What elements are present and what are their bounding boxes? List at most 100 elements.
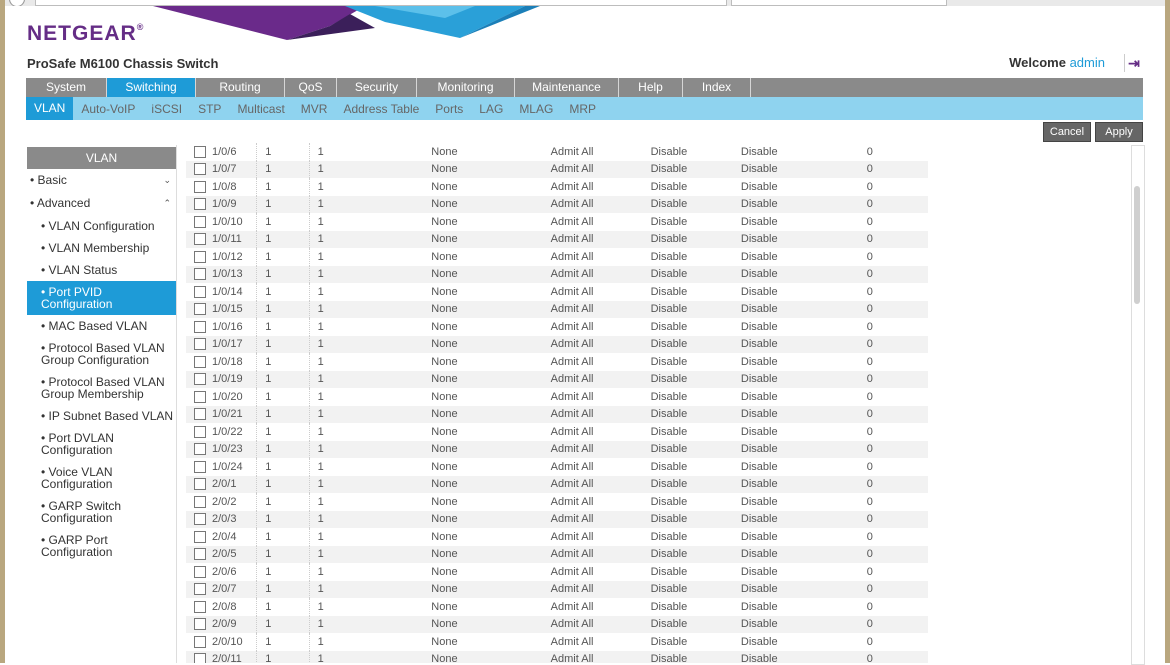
- row-checkbox[interactable]: [194, 320, 206, 333]
- sidebar-item-vlan-status[interactable]: • VLAN Status: [27, 259, 176, 281]
- vertical-scrollbar[interactable]: [1131, 145, 1145, 665]
- sidebar-item-garp-switch-configuration[interactable]: • GARP Switch Configuration: [27, 495, 176, 529]
- table-cell: None: [423, 598, 543, 616]
- row-checkbox[interactable]: [194, 530, 206, 543]
- sidebar-item-garp-port-configuration[interactable]: • GARP Port Configuration: [27, 529, 176, 563]
- table-cell: Disable: [642, 528, 733, 546]
- nav-tab-system[interactable]: System: [26, 78, 107, 97]
- table-cell: 1/0/22: [186, 423, 257, 441]
- table-cell: 1: [308, 545, 424, 563]
- subnav-auto-voip[interactable]: Auto-VoIP: [73, 102, 143, 116]
- port-id: 1/0/16: [212, 320, 243, 333]
- scrollbar-thumb[interactable]: [1134, 186, 1140, 304]
- row-checkbox[interactable]: [194, 425, 206, 438]
- nav-tab-monitoring[interactable]: Monitoring: [417, 78, 515, 97]
- row-checkbox[interactable]: [194, 460, 206, 473]
- table-cell: 0: [858, 545, 928, 563]
- row-checkbox[interactable]: [194, 233, 206, 246]
- row-checkbox[interactable]: [194, 565, 206, 578]
- table-cell: 0: [858, 405, 928, 423]
- row-checkbox[interactable]: [194, 600, 206, 613]
- row-checkbox[interactable]: [194, 145, 206, 158]
- sidebar-item-protocol-based-vlan-group-configuration[interactable]: • Protocol Based VLAN Group Configuratio…: [27, 337, 176, 371]
- row-checkbox[interactable]: [194, 303, 206, 316]
- sidebar-group-advanced[interactable]: • Advanced ⌃: [27, 192, 176, 215]
- subnav-multicast[interactable]: Multicast: [229, 102, 292, 116]
- table-cell: Admit All: [542, 318, 643, 336]
- row-checkbox[interactable]: [194, 583, 206, 596]
- subnav-mrp[interactable]: MRP: [561, 102, 604, 116]
- sidebar-item-voice-vlan-configuration[interactable]: • Voice VLAN Configuration: [27, 461, 176, 495]
- sidebar-item-port-pvid-configuration[interactable]: • Port PVID Configuration: [27, 281, 176, 315]
- row-checkbox[interactable]: [194, 338, 206, 351]
- sidebar-item-mac-based-vlan[interactable]: • MAC Based VLAN: [27, 315, 176, 337]
- table-cell: 1: [308, 283, 424, 301]
- nav-tab-qos[interactable]: QoS: [285, 78, 337, 97]
- row-checkbox[interactable]: [194, 215, 206, 228]
- table-cell: None: [423, 563, 543, 581]
- row-checkbox[interactable]: [194, 163, 206, 176]
- nav-tab-security[interactable]: Security: [337, 78, 417, 97]
- row-checkbox[interactable]: [194, 478, 206, 491]
- port-id: 1/0/19: [212, 373, 243, 386]
- row-checkbox[interactable]: [194, 355, 206, 368]
- subnav-vlan[interactable]: VLAN: [26, 97, 74, 120]
- row-checkbox[interactable]: [194, 653, 206, 663]
- port-id: 1/0/11: [212, 233, 242, 246]
- table-row: 2/0/9 1 1 None Admit All Disable Disable 0: [186, 615, 928, 633]
- table-row: 1/0/18 1 1 None Admit All Disable Disable 0: [186, 353, 928, 371]
- row-checkbox[interactable]: [194, 198, 206, 211]
- table-cell: Admit All: [542, 423, 643, 441]
- subnav-ports[interactable]: Ports: [427, 102, 471, 116]
- username-link[interactable]: admin: [1070, 55, 1105, 70]
- nav-tab-routing[interactable]: Routing: [196, 78, 285, 97]
- subnav-mvr[interactable]: MVR: [293, 102, 336, 116]
- port-id: 2/0/1: [212, 478, 237, 491]
- table-cell: 2/0/5: [186, 545, 257, 563]
- table-cell: 1: [308, 265, 424, 283]
- sidebar-item-vlan-configuration[interactable]: • VLAN Configuration: [27, 215, 176, 237]
- cancel-button[interactable]: Cancel: [1043, 122, 1091, 142]
- sidebar-item-ip-subnet-based-vlan[interactable]: • IP Subnet Based VLAN: [27, 405, 176, 427]
- row-checkbox[interactable]: [194, 513, 206, 526]
- port-id: 1/0/13: [212, 268, 243, 281]
- subnav-stp[interactable]: STP: [190, 102, 229, 116]
- row-checkbox[interactable]: [194, 268, 206, 281]
- subnav-mlag[interactable]: MLAG: [511, 102, 561, 116]
- subnav-address-table[interactable]: Address Table: [335, 102, 427, 116]
- row-checkbox[interactable]: [194, 408, 206, 421]
- row-checkbox[interactable]: [194, 548, 206, 561]
- sidebar-group-basic[interactable]: • Basic ⌄: [27, 169, 176, 192]
- row-checkbox[interactable]: [194, 635, 206, 648]
- table-row: 2/0/2 1 1 None Admit All Disable Disable 0: [186, 493, 928, 511]
- row-checkbox[interactable]: [194, 180, 206, 193]
- table-cell: 1: [256, 475, 310, 493]
- sidebar-item-protocol-based-vlan-group-membership[interactable]: • Protocol Based VLAN Group Membership: [27, 371, 176, 405]
- sidebar-item-vlan-membership[interactable]: • VLAN Membership: [27, 237, 176, 259]
- table-cell: 1: [256, 265, 310, 283]
- table-cell: None: [423, 300, 543, 318]
- row-checkbox[interactable]: [194, 250, 206, 263]
- sidebar-item-port-dvlan-configuration[interactable]: • Port DVLAN Configuration: [27, 427, 176, 461]
- table-cell: Disable: [732, 318, 859, 336]
- logout-icon[interactable]: ⇥: [1124, 54, 1143, 72]
- port-id: 2/0/2: [212, 495, 237, 508]
- nav-tab-index[interactable]: Index: [683, 78, 751, 97]
- row-checkbox[interactable]: [194, 618, 206, 631]
- subnav-iscsi[interactable]: iSCSI: [143, 102, 190, 116]
- row-checkbox[interactable]: [194, 285, 206, 298]
- table-cell: None: [423, 265, 543, 283]
- chevron-up-icon: ⌃: [163, 198, 171, 208]
- row-checkbox[interactable]: [194, 443, 206, 456]
- nav-tab-maintenance[interactable]: Maintenance: [515, 78, 619, 97]
- row-checkbox[interactable]: [194, 495, 206, 508]
- row-checkbox[interactable]: [194, 390, 206, 403]
- apply-button[interactable]: Apply: [1095, 122, 1143, 142]
- table-cell: 0: [858, 248, 928, 266]
- nav-tab-help[interactable]: Help: [619, 78, 683, 97]
- nav-tab-switching[interactable]: Switching: [107, 78, 196, 97]
- subnav-lag[interactable]: LAG: [471, 102, 511, 116]
- table-cell: Disable: [642, 440, 733, 458]
- table-cell: 1: [256, 528, 310, 546]
- row-checkbox[interactable]: [194, 373, 206, 386]
